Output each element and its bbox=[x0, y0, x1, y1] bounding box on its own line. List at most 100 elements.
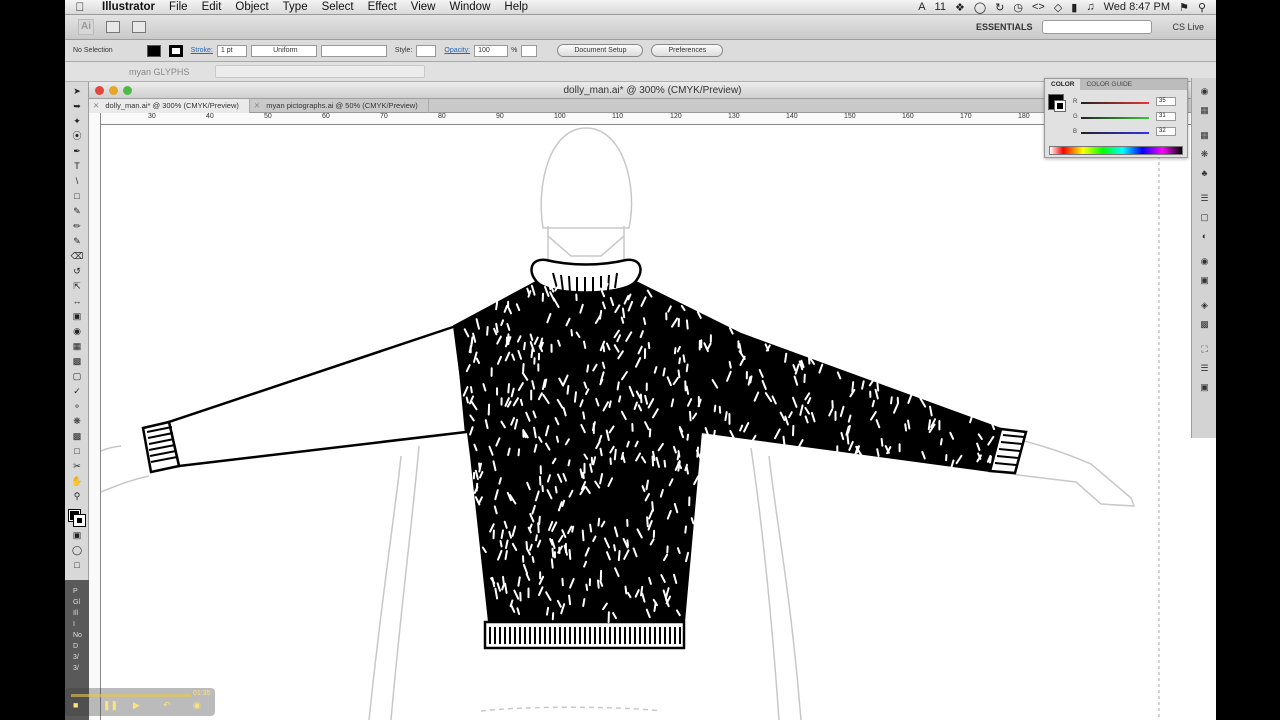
pen-tool-icon[interactable]: ✒ bbox=[70, 145, 84, 157]
workspace-switcher[interactable]: ESSENTIALS bbox=[976, 22, 1033, 32]
opacity-label[interactable]: Opacity: bbox=[444, 47, 470, 54]
pause-icon[interactable]: ❚❚ bbox=[103, 700, 118, 710]
color-guide-icon[interactable]: ▦ bbox=[1198, 105, 1211, 116]
sync-icon[interactable]: ↻ bbox=[995, 1, 1004, 14]
swatches-icon[interactable]: ▦ bbox=[1198, 130, 1211, 141]
scale-tool-icon[interactable]: ⇱ bbox=[70, 280, 84, 292]
blue-slider[interactable] bbox=[1081, 132, 1149, 134]
color-panel-icon[interactable]: ◉ bbox=[1198, 86, 1211, 97]
draw-mode-icon[interactable]: ◯ bbox=[70, 544, 84, 556]
blend-tool-icon[interactable]: ⚬ bbox=[70, 400, 84, 412]
pathfinder-icon[interactable]: ▣ bbox=[1198, 382, 1211, 393]
stroke-weight-field[interactable]: 1 pt bbox=[216, 44, 247, 57]
zoom-tool-icon[interactable]: ⚲ bbox=[70, 490, 84, 502]
menu-effect[interactable]: Effect bbox=[361, 1, 404, 13]
glyph-panel-field[interactable] bbox=[215, 65, 426, 78]
selection-tool-icon[interactable]: ➤ bbox=[70, 85, 84, 97]
stroke-panel-icon[interactable]: ☰ bbox=[1198, 193, 1211, 204]
close-window-icon[interactable] bbox=[95, 86, 104, 95]
tab-color-guide[interactable]: COLOR GUIDE bbox=[1080, 79, 1138, 90]
preferences-button[interactable]: Preferences bbox=[651, 44, 724, 57]
menu-view[interactable]: View bbox=[404, 1, 443, 13]
apple-icon[interactable]:  bbox=[65, 0, 95, 14]
menu-window[interactable]: Window bbox=[442, 1, 497, 13]
symbol-sprayer-tool-icon[interactable]: ❋ bbox=[70, 415, 84, 427]
green-value-field[interactable]: 31 bbox=[1156, 112, 1176, 121]
red-value-field[interactable]: 35 bbox=[1156, 97, 1176, 106]
menu-type[interactable]: Type bbox=[276, 1, 315, 13]
artboard-canvas[interactable] bbox=[101, 126, 1216, 720]
cs-live-button[interactable]: CS Live bbox=[1172, 22, 1204, 32]
tab-myan-pictographs[interactable]: ✕ myan pictographs.ai @ 50% (CMYK/Previe… bbox=[250, 99, 429, 113]
vertical-ruler[interactable] bbox=[89, 113, 101, 720]
glyph-panel-name[interactable]: myan GLYPHS bbox=[129, 67, 189, 77]
tab-dolly-man[interactable]: ✕ dolly_man.ai* @ 300% (CMYK/Preview) bbox=[89, 99, 250, 113]
close-tab-icon[interactable]: ✕ bbox=[93, 101, 99, 110]
fill-swatch[interactable] bbox=[146, 44, 161, 57]
artboard-tool-icon[interactable]: □ bbox=[70, 445, 84, 457]
tab-color[interactable]: COLOR bbox=[1045, 79, 1081, 90]
zoom-window-icon[interactable] bbox=[123, 86, 132, 95]
blob-brush-tool-icon[interactable]: ✎ bbox=[70, 235, 84, 247]
appearance-icon[interactable]: ◉ bbox=[1198, 256, 1211, 267]
artboards-icon[interactable]: ▩ bbox=[1198, 319, 1211, 330]
type-tool-icon[interactable]: T bbox=[70, 160, 84, 172]
gradient-tool-icon[interactable]: ▢ bbox=[70, 370, 84, 382]
brush-definition[interactable] bbox=[320, 44, 387, 57]
menu-select[interactable]: Select bbox=[315, 1, 361, 13]
minimize-window-icon[interactable] bbox=[109, 86, 118, 95]
menu-object[interactable]: Object bbox=[228, 1, 275, 13]
volume-icon[interactable]: ♫ bbox=[1086, 1, 1094, 13]
recolor-icon[interactable] bbox=[521, 44, 538, 57]
brushes-icon[interactable]: ❋ bbox=[1198, 149, 1211, 160]
slice-tool-icon[interactable]: ✂ bbox=[70, 460, 84, 472]
free-transform-tool-icon[interactable]: ▣ bbox=[70, 310, 84, 322]
pencil-tool-icon[interactable]: ✏ bbox=[70, 220, 84, 232]
green-slider[interactable] bbox=[1081, 117, 1149, 119]
variable-width-profile[interactable]: Uniform bbox=[250, 44, 317, 57]
paintbrush-tool-icon[interactable]: ✎ bbox=[70, 205, 84, 217]
magic-wand-tool-icon[interactable]: ✦ bbox=[70, 115, 84, 127]
stroke-indicator[interactable] bbox=[73, 514, 86, 527]
clock-text[interactable]: Wed 8:47 PM bbox=[1104, 1, 1170, 13]
settings-icon[interactable]: ◉ bbox=[193, 700, 203, 710]
color-panel[interactable]: COLOR COLOR GUIDE R 35 G 31 B 32 bbox=[1044, 78, 1188, 158]
lasso-tool-icon[interactable]: ⦿ bbox=[70, 130, 84, 142]
close-tab-icon[interactable]: ✕ bbox=[254, 101, 260, 110]
clock-status-icon[interactable]: ◯ bbox=[974, 1, 986, 14]
menu-file[interactable]: File bbox=[162, 1, 195, 13]
perspective-grid-tool-icon[interactable]: ▦ bbox=[70, 340, 84, 352]
timemachine-icon[interactable]: ◷ bbox=[1013, 1, 1023, 14]
playback-progress[interactable] bbox=[71, 694, 191, 697]
opacity-field[interactable]: 100 bbox=[474, 44, 509, 57]
mesh-tool-icon[interactable]: ▩ bbox=[70, 355, 84, 367]
rectangle-tool-icon[interactable]: □ bbox=[70, 190, 84, 202]
document-setup-button[interactable]: Document Setup bbox=[557, 44, 644, 57]
graphic-style-swatch[interactable] bbox=[416, 44, 437, 57]
graph-tool-icon[interactable]: ▩ bbox=[70, 430, 84, 442]
red-slider[interactable] bbox=[1081, 102, 1149, 104]
code-icon[interactable]: <> bbox=[1032, 1, 1045, 13]
flag-icon[interactable]: ⚑ bbox=[1179, 1, 1189, 14]
color-mode-icon[interactable]: ▣ bbox=[70, 529, 84, 541]
graphic-styles-icon[interactable]: ▣ bbox=[1198, 275, 1211, 286]
help-search-input[interactable] bbox=[1042, 20, 1153, 34]
eyedropper-tool-icon[interactable]: ✓ bbox=[70, 385, 84, 397]
direct-selection-tool-icon[interactable]: ➥ bbox=[70, 100, 84, 112]
screen-mode-icon[interactable]: □ bbox=[70, 559, 84, 571]
color-spectrum[interactable] bbox=[1049, 146, 1183, 155]
align-icon[interactable]: ☰ bbox=[1198, 363, 1211, 374]
transform-icon[interactable]: ⛶ bbox=[1198, 344, 1211, 355]
menu-help[interactable]: Help bbox=[497, 1, 535, 13]
stop-icon[interactable]: ■ bbox=[73, 700, 83, 710]
stroke-swatch[interactable] bbox=[168, 44, 183, 57]
symbols-icon[interactable]: ♣ bbox=[1198, 168, 1211, 179]
transparency-icon[interactable]: ◐ bbox=[1198, 231, 1211, 242]
battery-icon[interactable]: ▮ bbox=[1071, 1, 1077, 14]
hand-tool-icon[interactable]: ✋ bbox=[70, 475, 84, 487]
arrange-documents-icon[interactable] bbox=[132, 21, 146, 33]
stroke-label[interactable]: Stroke: bbox=[191, 47, 213, 54]
line-tool-icon[interactable]: \ bbox=[70, 175, 84, 187]
dropbox-icon[interactable]: ❖ bbox=[955, 1, 965, 14]
eraser-tool-icon[interactable]: ⌫ bbox=[70, 250, 84, 262]
